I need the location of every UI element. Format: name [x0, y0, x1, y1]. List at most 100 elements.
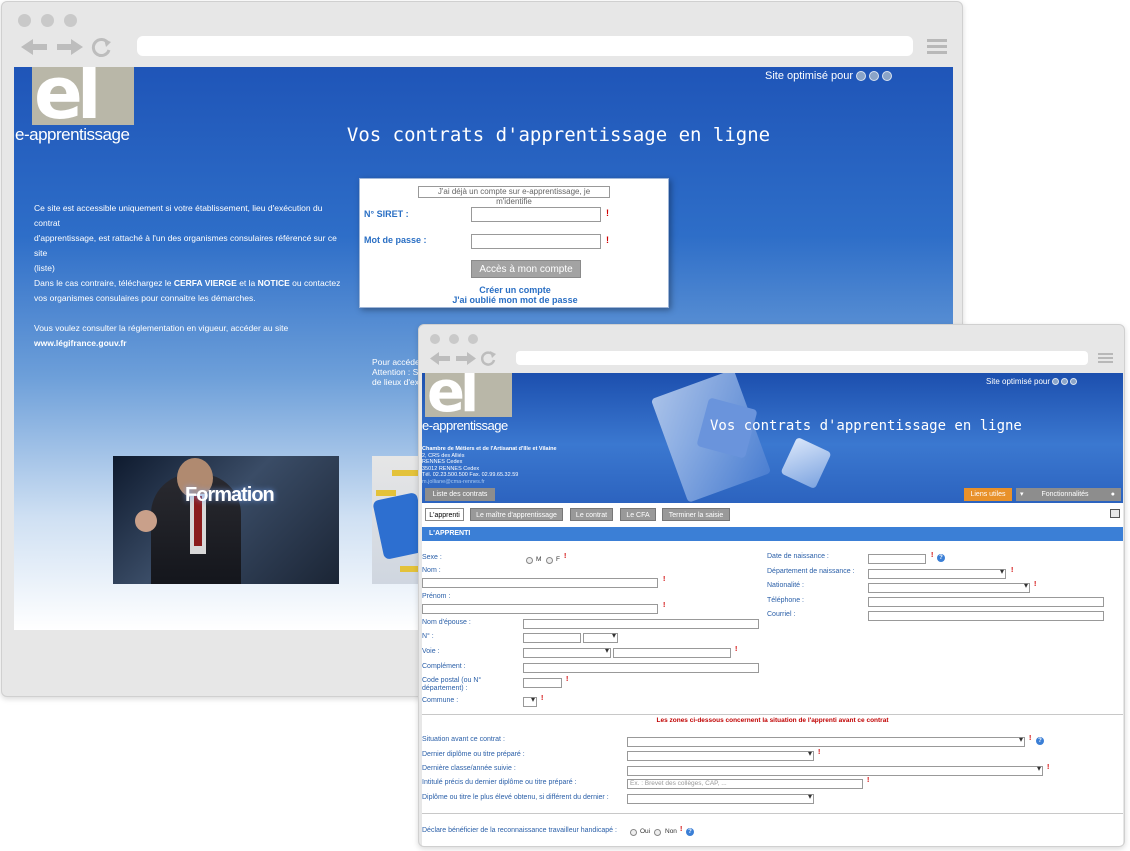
- postal-code-input[interactable]: [523, 678, 562, 688]
- disability-yes-radio[interactable]: [630, 829, 637, 836]
- address-bar[interactable]: [137, 36, 913, 56]
- required-mark: !: [663, 602, 666, 609]
- close-icon[interactable]: ●: [1111, 488, 1115, 501]
- minimize-dot[interactable]: [449, 334, 459, 344]
- help-icon[interactable]: ?: [937, 554, 945, 562]
- reload-icon[interactable]: [481, 350, 497, 366]
- page-title: Vos contrats d'apprentissage en ligne: [710, 418, 1022, 434]
- notice-link[interactable]: NOTICE: [258, 278, 290, 288]
- disability-label: Déclare bénéficier de la reconnaissance …: [422, 827, 617, 834]
- highest-diploma-select[interactable]: [627, 792, 814, 804]
- create-account-link[interactable]: Créer un compte: [360, 285, 670, 295]
- logo-text[interactable]: e-apprentissage: [422, 418, 508, 433]
- name-input[interactable]: [422, 578, 658, 588]
- cma-email-link[interactable]: m.jolliane@cma-rennes.fr: [422, 479, 557, 486]
- birthdate-input[interactable]: [868, 554, 926, 564]
- last-class-select[interactable]: [627, 764, 1043, 776]
- email-input[interactable]: [868, 611, 1104, 621]
- password-input[interactable]: [471, 234, 601, 249]
- required-mark: !: [1011, 567, 1014, 574]
- maximize-dot[interactable]: [64, 14, 77, 27]
- firstname-input[interactable]: [422, 604, 658, 614]
- browser-window-form: el e-apprentissage Site optimisé pour Vo…: [418, 324, 1125, 847]
- help-icon[interactable]: ?: [1036, 737, 1044, 745]
- tab-apprentice[interactable]: L'apprenti: [425, 508, 464, 521]
- help-icon[interactable]: ?: [686, 828, 694, 836]
- tab-master[interactable]: Le maître d'apprentissage: [470, 508, 563, 521]
- diploma-title-label: Intitulé précis du dernier diplôme ou ti…: [422, 779, 577, 786]
- complement-input[interactable]: [523, 663, 759, 673]
- nav-controls: [429, 350, 497, 366]
- useful-links-tab[interactable]: Liens utiles: [964, 488, 1012, 501]
- disability-no-label: Non: [665, 828, 677, 835]
- divider: [422, 714, 1123, 715]
- formation-banner[interactable]: Formation: [113, 456, 339, 584]
- email-label: Courriel :: [767, 611, 796, 618]
- contracts-list-tab[interactable]: Liste des contrats: [425, 488, 495, 501]
- intro-line: Ce site est accessible uniquement si vot…: [34, 203, 323, 228]
- tab-finish[interactable]: Terminer la saisie: [662, 508, 730, 521]
- cma-address: Chambre de Métiers et de l'Artisanat d'I…: [422, 446, 557, 485]
- form-tabs: L'apprenti Le maître d'apprentissage Le …: [422, 503, 1123, 525]
- site-optimized: Site optimisé pour: [765, 70, 893, 82]
- street-number-input[interactable]: [523, 633, 581, 643]
- puzzle-piece-image: [780, 436, 832, 490]
- tab-contract[interactable]: Le contrat: [570, 508, 613, 521]
- siret-input[interactable]: [471, 207, 601, 222]
- phone-input[interactable]: [868, 597, 1104, 607]
- minimize-dot[interactable]: [41, 14, 54, 27]
- intro-list-link[interactable]: (liste): [34, 261, 344, 276]
- street-number-label: N° :: [422, 633, 434, 640]
- forward-arrow-icon[interactable]: [55, 37, 85, 57]
- print-icon[interactable]: [1110, 509, 1120, 518]
- legifrance-link-text[interactable]: www.légifrance.gouv.fr: [34, 338, 127, 348]
- street-type-select[interactable]: [523, 646, 611, 658]
- address-bar[interactable]: [516, 351, 1088, 365]
- disability-no-radio[interactable]: [654, 829, 661, 836]
- thumb-tag: [392, 470, 418, 476]
- required-mark: !: [606, 208, 609, 218]
- cerfa-link[interactable]: CERFA VIERGE: [174, 278, 237, 288]
- sex-f-radio[interactable]: [546, 557, 553, 564]
- back-arrow-icon[interactable]: [429, 351, 451, 366]
- window-controls: [18, 14, 77, 27]
- required-mark: !: [541, 695, 544, 702]
- postal-code-label: Code postal (ou N° département) :: [422, 677, 482, 692]
- menu-icon[interactable]: [927, 39, 947, 54]
- close-dot[interactable]: [430, 334, 440, 344]
- reload-icon[interactable]: [91, 36, 113, 58]
- divider: [422, 813, 1123, 814]
- page-viewport: el e-apprentissage Site optimisé pour Vo…: [422, 373, 1123, 846]
- married-name-input[interactable]: [523, 619, 759, 629]
- nav-controls: [19, 36, 113, 58]
- thumb-tag: [400, 566, 420, 572]
- birth-department-select[interactable]: [868, 567, 1006, 579]
- street-number-suffix-select[interactable]: [583, 631, 618, 643]
- last-diploma-select[interactable]: [627, 749, 814, 761]
- maximize-dot[interactable]: [468, 334, 478, 344]
- login-button[interactable]: Accès à mon compte: [471, 260, 581, 278]
- back-arrow-icon[interactable]: [19, 37, 49, 57]
- last-diploma-label: Dernier diplôme ou titre préparé :: [422, 751, 525, 758]
- last-class-label: Dernière classe/année suivie :: [422, 765, 516, 772]
- sex-m-radio[interactable]: [526, 557, 533, 564]
- window-controls: [430, 334, 478, 344]
- birthdate-label: Date de naissance :: [767, 553, 829, 560]
- close-dot[interactable]: [18, 14, 31, 27]
- cma-name: Chambre de Métiers et de l'Artisanat d'I…: [422, 446, 557, 452]
- street-input[interactable]: [613, 648, 731, 658]
- city-select[interactable]: [523, 695, 537, 707]
- forward-arrow-icon[interactable]: [455, 351, 477, 366]
- menu-icon[interactable]: [1098, 353, 1113, 363]
- tab-cfa[interactable]: Le CFA: [620, 508, 656, 521]
- intro-line: Vous voulez consulter la réglementation …: [34, 323, 289, 333]
- prior-situation-select[interactable]: [627, 735, 1025, 747]
- forgot-password-link[interactable]: J'ai oublié mon mot de passe: [360, 295, 670, 305]
- features-tab[interactable]: ▾ Fonctionnalités ●: [1016, 488, 1121, 501]
- browser-firefox-icon: [1061, 378, 1069, 385]
- legifrance-link[interactable]: www.légifrance.gouv.fr: [34, 336, 344, 351]
- nationality-select[interactable]: [868, 581, 1030, 593]
- prior-situation-label: Situation avant ce contrat :: [422, 736, 505, 743]
- complement-label: Complément :: [422, 663, 466, 670]
